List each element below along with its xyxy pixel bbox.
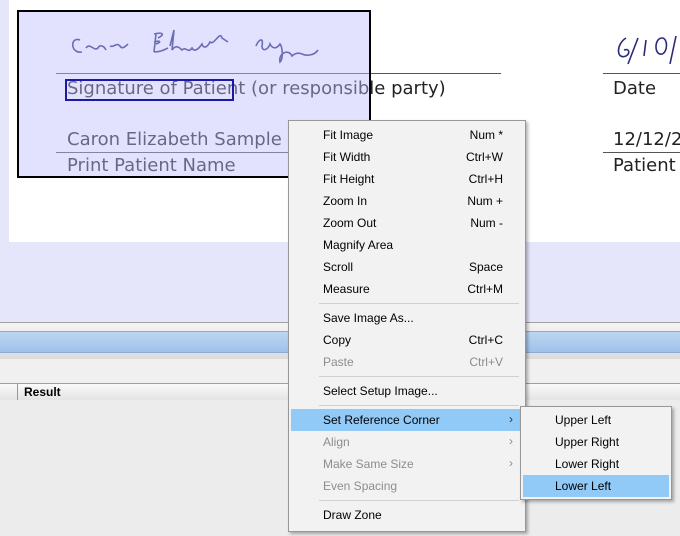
menu-item-label: Copy: [323, 333, 352, 347]
menu-item-set-reference-corner[interactable]: Set Reference Corner ›: [291, 409, 523, 431]
menu-item-label: Zoom Out: [323, 216, 377, 230]
menu-item-shortcut: Ctrl+M: [467, 282, 503, 296]
date-value-line: [603, 152, 680, 153]
menu-item-select-setup-image[interactable]: Select Setup Image...: [291, 380, 523, 402]
submenu-item-label: Upper Right: [555, 435, 620, 449]
menu-item-fit-width[interactable]: Fit Width Ctrl+W: [291, 146, 523, 168]
patient-label: Patient: [613, 155, 676, 176]
date-label: Date: [613, 78, 657, 99]
chevron-right-icon: ›: [509, 412, 513, 426]
menu-item-copy[interactable]: Copy Ctrl+C: [291, 329, 523, 351]
menu-item-shortcut: Ctrl+H: [468, 172, 503, 186]
menu-item-label: Fit Height: [323, 172, 375, 186]
context-menu: Fit Image Num * Fit Width Ctrl+W Fit Hei…: [288, 120, 526, 532]
menu-item-label: Draw Zone: [323, 508, 382, 522]
menu-item-shortcut: Num *: [469, 128, 503, 142]
menu-item-shortcut: Num +: [467, 194, 503, 208]
submenu-item-upper-left[interactable]: Upper Left: [523, 409, 669, 431]
menu-item-scroll[interactable]: Scroll Space: [291, 256, 523, 278]
menu-item-label: Magnify Area: [323, 238, 394, 252]
menu-item-label: Zoom In: [323, 194, 368, 208]
menu-item-zoom-in[interactable]: Zoom In Num +: [291, 190, 523, 212]
menu-item-label: Align: [323, 435, 350, 449]
menu-item-label: Even Spacing: [323, 479, 398, 493]
menu-item-draw-zone[interactable]: Draw Zone: [291, 504, 523, 526]
menu-item-label: Paste: [323, 355, 354, 369]
menu-item-save-image-as[interactable]: Save Image As...: [291, 307, 523, 329]
row-header-column: [0, 384, 18, 400]
submenu-item-label: Lower Left: [555, 479, 612, 493]
menu-item-label: Make Same Size: [323, 457, 414, 471]
date-line: [603, 73, 680, 74]
text-selection-box[interactable]: [65, 79, 234, 101]
submenu-item-label: Upper Left: [555, 413, 612, 427]
menu-item-zoom-out[interactable]: Zoom Out Num -: [291, 212, 523, 234]
menu-item-align[interactable]: Align ›: [291, 431, 523, 453]
menu-item-shortcut: Ctrl+W: [466, 150, 503, 164]
submenu-item-lower-right[interactable]: Lower Right: [523, 453, 669, 475]
submenu-item-upper-right[interactable]: Upper Right: [523, 431, 669, 453]
menu-separator: [319, 405, 519, 406]
reference-corner-submenu: Upper Left Upper Right Lower Right Lower…: [520, 406, 672, 500]
menu-item-label: Select Setup Image...: [323, 384, 438, 398]
handwritten-date: [617, 35, 677, 65]
column-header-result[interactable]: Result: [24, 385, 61, 399]
menu-item-fit-height[interactable]: Fit Height Ctrl+H: [291, 168, 523, 190]
date-value: 12/12/2: [613, 129, 680, 150]
menu-item-label: Measure: [323, 282, 370, 296]
submenu-item-lower-left[interactable]: Lower Left: [523, 475, 669, 497]
menu-separator: [319, 500, 519, 501]
menu-item-paste[interactable]: Paste Ctrl+V: [291, 351, 523, 373]
menu-item-shortcut: Ctrl+C: [468, 333, 503, 347]
menu-item-label: Set Reference Corner: [323, 413, 440, 427]
submenu-item-label: Lower Right: [555, 457, 620, 471]
menu-item-fit-image[interactable]: Fit Image Num *: [291, 124, 523, 146]
menu-item-make-same-size[interactable]: Make Same Size ›: [291, 453, 523, 475]
menu-item-shortcut: Space: [468, 260, 503, 274]
menu-item-magnify-area[interactable]: Magnify Area: [291, 234, 523, 256]
menu-item-even-spacing[interactable]: Even Spacing: [291, 475, 523, 497]
menu-separator: [319, 303, 519, 304]
chevron-right-icon: ›: [509, 456, 513, 470]
menu-item-label: Save Image As...: [323, 311, 414, 325]
menu-item-label: Fit Image: [323, 128, 374, 142]
menu-item-shortcut: Ctrl+V: [469, 355, 503, 369]
menu-item-label: Scroll: [323, 260, 354, 274]
chevron-right-icon: ›: [509, 434, 513, 448]
menu-separator: [319, 376, 519, 377]
menu-item-label: Fit Width: [323, 150, 371, 164]
menu-item-measure[interactable]: Measure Ctrl+M: [291, 278, 523, 300]
menu-item-shortcut: Num -: [470, 216, 503, 230]
